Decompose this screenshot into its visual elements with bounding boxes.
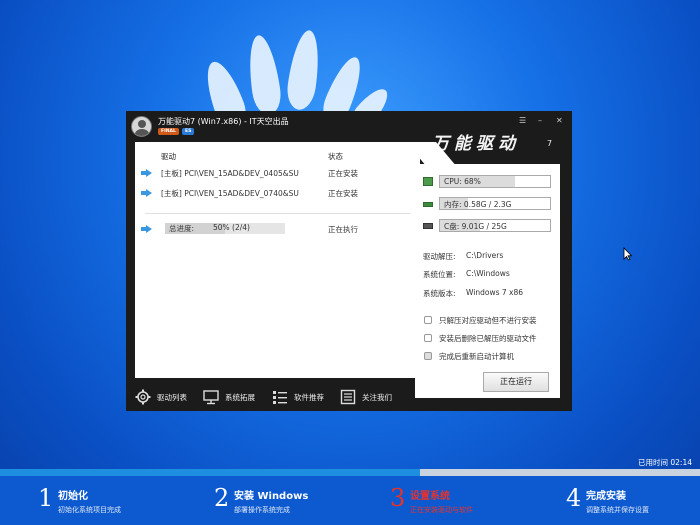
driver-name: [主板] PCI\VEN_15AD&DEV_0405&SU [161,169,299,178]
avatar[interactable] [131,116,152,137]
cpu-meter: CPU: 68% [423,175,551,188]
driver-column-header: 驱动 [161,152,176,161]
option-label: 只解压对应驱动但不进行安装 [439,316,537,325]
arrow-right-icon [141,225,152,233]
mouse-cursor-icon [623,247,633,261]
disk-label: C盘: 9.01G / 25G [444,222,507,231]
option-extract-only[interactable]: 只解压对应驱动但不进行安装 [424,315,554,326]
total-progress-value: 50% (2/4) [213,223,250,232]
cpu-bar: CPU: 68% [439,175,551,188]
driver-status: 正在安装 [328,169,358,178]
step-title: 安装 Windows [234,491,309,502]
step-number: 1 [38,484,54,512]
brand-logo: 万能驱动 [432,134,520,154]
bottom-tab-bar: 驱动列表 系统拓展 软件推荐 关注我们 [126,384,572,411]
edition-badge: ES [182,128,195,135]
checkbox[interactable] [424,352,432,360]
wallpaper-petal [284,28,324,112]
tab-label: 软件推荐 [294,393,324,402]
system-location-value: C:\Windows [466,269,510,278]
memory-icon [423,202,433,207]
driver-row[interactable]: [主板] PCI\VEN_15AD&DEV_0740&SU 正在安装 [135,186,420,200]
brand-version: 7 [547,139,553,148]
driver-name: [主板] PCI\VEN_15AD&DEV_0740&SU [161,189,299,198]
monitor-icon [203,390,219,405]
arrow-right-icon [141,169,152,177]
total-progress-label: 总进度: [169,224,195,233]
system-location-label: 系统位置: [423,270,456,279]
final-badge: FINAL [158,128,179,135]
window-title: 万能驱动7 (Win7.x86) - IT天空出品 [158,117,289,126]
disk-bar: C盘: 9.01G / 25G [439,219,551,232]
driver-status: 正在安装 [328,189,358,198]
option-label: 安装后删除已解压的驱动文件 [439,334,537,343]
option-restart[interactable]: 完成后重新启动计算机 [424,351,554,362]
divider [145,213,410,214]
close-button[interactable]: ✕ [556,116,563,125]
tab-label: 系统拓展 [225,393,255,402]
step-title: 设置系统 [410,491,450,502]
memory-bar: 内存: 0.58G / 2.3G [439,197,551,210]
status-column-header: 状态 [328,152,343,161]
total-progress-status: 正在执行 [328,225,358,234]
driver-list-panel: 驱动 状态 [主板] PCI\VEN_15AD&DEV_0405&SU 正在安装… [135,142,420,378]
disk-meter: C盘: 9.01G / 25G [423,219,551,232]
cpu-icon [423,177,433,186]
step-description: 初始化系统项目完成 [58,506,121,514]
memory-meter: 内存: 0.58G / 2.3G [423,197,551,210]
wallpaper-petal [244,33,284,117]
overall-progress-bar [0,469,700,476]
system-version-label: 系统版本: [423,289,456,298]
system-location-row: 系统位置: C:\Windows [423,269,510,280]
system-info-panel: CPU: 68% 内存: 0.58G / 2.3G C盘: 9.01G / 25… [415,164,560,398]
gear-icon [135,389,151,405]
step-number: 4 [566,484,582,512]
step-description: 正在安装驱动与软件 [410,506,473,514]
system-version-row: 系统版本: Windows 7 x86 [423,288,523,299]
total-progress-row: 总进度: 50% (2/4) 正在执行 [135,222,420,236]
step-description: 调整系统并保存设置 [586,506,649,514]
arrow-right-icon [141,189,152,197]
checkbox[interactable] [424,334,432,342]
elapsed-time: 已用时间 02:14 [638,458,692,467]
overall-progress-fill [0,469,420,476]
disk-icon [423,223,433,229]
setup-steps-bar: 1 初始化 初始化系统项目完成 2 安装 Windows 部署操作系统完成 3 … [0,476,700,525]
installer-window: 万能驱动7 (Win7.x86) - IT天空出品 FINAL ES ☰ – ✕… [126,111,572,411]
option-label: 完成后重新启动计算机 [439,352,514,361]
checkbox[interactable] [424,316,432,324]
system-version-value: Windows 7 x86 [466,288,524,297]
menu-icon[interactable]: ☰ [519,116,526,125]
option-delete-after[interactable]: 安装后删除已解压的驱动文件 [424,333,554,344]
tab-label: 驱动列表 [157,393,187,402]
step-description: 部署操作系统完成 [234,506,290,514]
step-number: 3 [390,484,406,512]
memory-label: 内存: 0.58G / 2.3G [444,200,512,209]
extract-path-value: C:\Drivers [466,251,504,260]
step-title: 完成安装 [586,491,626,502]
driver-row[interactable]: [主板] PCI\VEN_15AD&DEV_0405&SU 正在安装 [135,166,420,180]
list-icon [273,391,287,404]
step-number: 2 [214,484,230,512]
document-icon [340,389,356,405]
minimize-button[interactable]: – [538,116,542,125]
cpu-label: CPU: 68% [444,177,481,186]
step-title: 初始化 [58,491,88,502]
extract-path-row: 驱动解压: C:\Drivers [423,251,503,262]
tab-label: 关注我们 [362,393,392,402]
extract-path-label: 驱动解压: [423,252,456,261]
